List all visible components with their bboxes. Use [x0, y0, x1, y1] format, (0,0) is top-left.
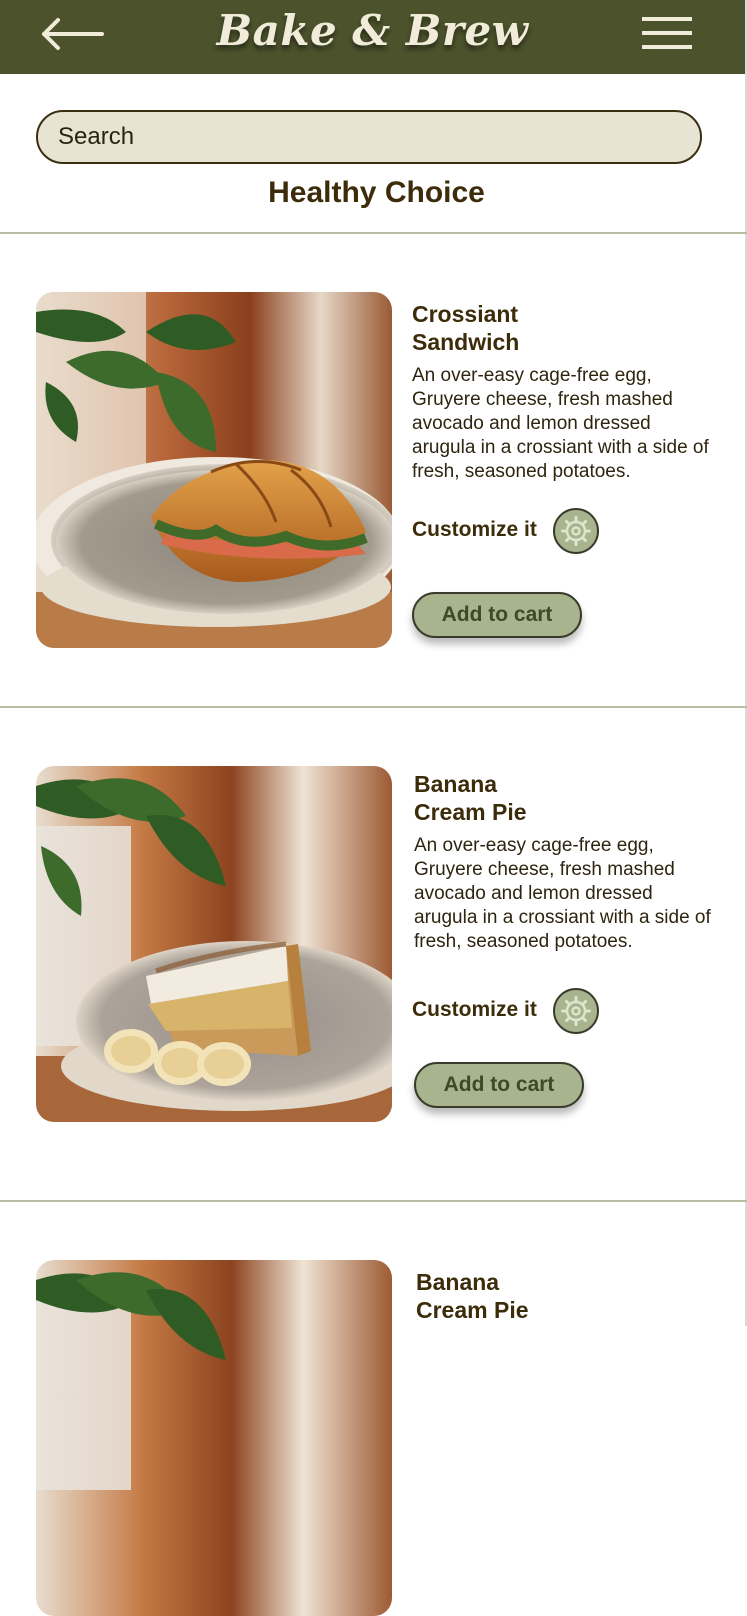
product-description: An over-easy cage-free egg, Gruyere chee…	[414, 835, 711, 952]
divider	[0, 706, 747, 708]
divider	[0, 232, 747, 234]
product-name: Crossiant Sandwich	[412, 301, 520, 355]
customize-button[interactable]	[553, 988, 599, 1034]
divider	[0, 1200, 747, 1202]
gear-icon	[561, 516, 591, 546]
gear-icon	[561, 996, 591, 1026]
menu-button[interactable]	[640, 14, 694, 54]
product-image-croissant-sandwich[interactable]	[36, 292, 392, 648]
app-header: Bake & Brew	[0, 0, 745, 74]
croissant-photo	[36, 292, 392, 648]
hamburger-menu-icon	[642, 17, 692, 49]
product-image-banana-cream-pie[interactable]	[36, 1260, 392, 1616]
search-input[interactable]	[36, 110, 702, 164]
pie-photo	[36, 1260, 392, 1616]
pie-photo	[36, 766, 392, 1122]
add-to-cart-button[interactable]: Add to cart	[412, 592, 582, 638]
product-image-banana-cream-pie[interactable]	[36, 766, 392, 1122]
product-name: Banana Cream Pie	[414, 771, 527, 825]
product-name: Banana Cream Pie	[416, 1269, 529, 1323]
customize-button[interactable]	[553, 508, 599, 554]
product-description: An over-easy cage-free egg, Gruyere chee…	[412, 365, 709, 482]
customize-label: Customize it	[412, 518, 537, 541]
customize-label: Customize it	[412, 998, 537, 1021]
section-title: Healthy Choice	[268, 176, 485, 209]
brand-title: Bake & Brew	[216, 6, 529, 55]
add-to-cart-button[interactable]: Add to cart	[414, 1062, 584, 1108]
